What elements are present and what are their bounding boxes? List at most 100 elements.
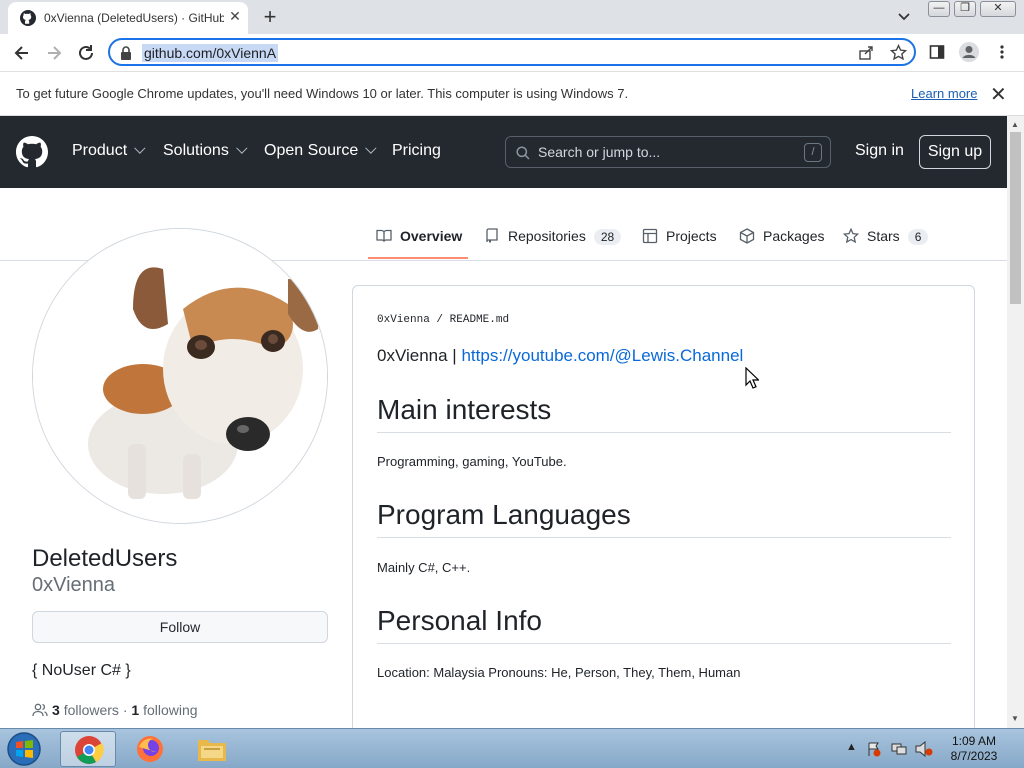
tab-stars[interactable]: Stars 6 xyxy=(843,228,929,260)
tab-overview[interactable]: Overview xyxy=(376,228,462,260)
maximize-button[interactable]: ❐ xyxy=(954,1,976,17)
readme-tagline: 0xVienna | https://youtube.com/@Lewis.Ch… xyxy=(377,346,743,366)
chevron-down-icon xyxy=(365,142,377,154)
browser-tab[interactable]: 0xVienna (DeletedUsers) · GitHub ✕ xyxy=(8,2,248,34)
nav-open-source[interactable]: Open Source xyxy=(264,142,377,160)
scroll-up-arrow-icon[interactable]: ▲ xyxy=(1011,120,1019,129)
taskbar-clock[interactable]: 1:09 AM 8/7/2023 xyxy=(944,734,1004,764)
window-close-button[interactable]: ✕ xyxy=(980,1,1016,17)
table-icon xyxy=(642,228,658,244)
nav-solutions-label: Solutions xyxy=(163,142,229,159)
scroll-down-arrow-icon[interactable]: ▼ xyxy=(1011,714,1019,723)
follow-button[interactable]: Follow xyxy=(32,611,328,643)
action-center-flag-icon[interactable] xyxy=(866,741,882,757)
nav-solutions[interactable]: Solutions xyxy=(163,142,248,160)
nav-product-label: Product xyxy=(72,142,128,159)
windows-taskbar: ▲ 1:09 AM 8/7/2023 xyxy=(0,728,1024,768)
profile-display-name: DeletedUsers xyxy=(32,545,178,572)
taskbar-file-explorer[interactable] xyxy=(184,731,240,767)
chevron-down-icon xyxy=(134,142,146,154)
profile-readme: 0xVienna / README.md 0xVienna | https://… xyxy=(352,285,975,745)
following-link[interactable]: 1 following xyxy=(131,702,197,718)
reload-icon[interactable] xyxy=(76,43,96,63)
page-scrollbar[interactable]: ▲ ▼ xyxy=(1007,116,1024,728)
profile-avatar[interactable] xyxy=(32,228,328,524)
readme-path: 0xVienna / README.md xyxy=(377,314,509,326)
tab-packages-label: Packages xyxy=(763,228,825,244)
package-icon xyxy=(739,228,755,244)
tray-expand-icon[interactable]: ▲ xyxy=(846,741,857,753)
bookmark-star-icon[interactable] xyxy=(890,44,907,61)
infobar-message: To get future Google Chrome updates, you… xyxy=(16,86,629,101)
followers-link[interactable]: 3 followers xyxy=(52,702,119,718)
scrollbar-thumb[interactable] xyxy=(1010,132,1021,304)
share-icon[interactable] xyxy=(858,45,874,61)
tab-search-chevron-icon[interactable] xyxy=(896,8,912,24)
minimize-button[interactable]: — xyxy=(928,1,950,17)
tab-projects[interactable]: Projects xyxy=(642,228,717,260)
tab-packages[interactable]: Packages xyxy=(739,228,824,260)
followers-summary: 3 followers · 1 following xyxy=(32,702,198,718)
readme-path-separator: / xyxy=(436,314,444,326)
volume-muted-icon[interactable] xyxy=(914,741,934,757)
tab-stars-label: Stars xyxy=(867,228,900,244)
network-icon[interactable] xyxy=(890,741,908,757)
repositories-count-badge: 28 xyxy=(593,229,622,245)
folder-icon xyxy=(198,740,226,761)
search-shortcut-key: / xyxy=(804,143,822,162)
tab-close-icon[interactable]: ✕ xyxy=(226,8,244,25)
side-panel-icon[interactable] xyxy=(929,44,945,60)
clock-time: 1:09 AM xyxy=(951,734,997,748)
tagline-prefix: 0xVienna | xyxy=(377,346,457,365)
youtube-channel-link[interactable]: https://youtube.com/@Lewis.Channel xyxy=(461,346,743,365)
followers-separator: · xyxy=(122,702,128,718)
browser-tab-strip: 0xVienna (DeletedUsers) · GitHub ✕ + — ❐… xyxy=(0,0,1024,34)
github-search-input[interactable]: Search or jump to... / xyxy=(505,136,831,168)
readme-path-file[interactable]: README.md xyxy=(450,314,509,326)
repo-icon xyxy=(486,228,498,243)
tab-overview-label: Overview xyxy=(400,228,463,244)
section-heading-personal-info: Personal Info xyxy=(377,605,951,644)
url-text[interactable]: github.com/0xViennA xyxy=(142,44,279,62)
dog-avatar-image xyxy=(33,229,327,523)
chrome-icon xyxy=(75,736,104,764)
readme-path-user[interactable]: 0xVienna xyxy=(377,314,430,326)
sign-in-link[interactable]: Sign in xyxy=(855,142,904,160)
mouse-cursor-icon xyxy=(745,367,759,389)
section-body-personal-info: Location: Malaysia Pronouns: He, Person,… xyxy=(377,665,741,680)
profile-bio: { NoUser C# } xyxy=(32,662,131,679)
nav-product[interactable]: Product xyxy=(72,142,146,160)
stars-count-badge: 6 xyxy=(907,229,929,245)
address-bar[interactable]: github.com/0xViennA xyxy=(108,38,916,66)
nav-pricing-label: Pricing xyxy=(392,142,441,159)
new-tab-button[interactable]: + xyxy=(258,4,282,30)
update-infobar: To get future Google Chrome updates, you… xyxy=(0,72,1024,116)
section-body-program-languages: Mainly C#, C++. xyxy=(377,560,471,575)
tab-repositories-label: Repositories xyxy=(508,228,586,244)
github-logo-icon[interactable] xyxy=(16,136,48,168)
taskbar-firefox[interactable] xyxy=(122,731,178,767)
followers-count: 3 xyxy=(52,702,60,718)
profile-username: 0xVienna xyxy=(32,574,116,596)
windows-start-button[interactable] xyxy=(4,731,44,767)
forward-arrow-icon[interactable] xyxy=(44,43,64,63)
search-placeholder: Search or jump to... xyxy=(538,144,661,160)
firefox-icon xyxy=(137,736,163,762)
tab-title: 0xVienna (DeletedUsers) · GitHub xyxy=(44,11,224,25)
tab-repositories[interactable]: Repositories 28 xyxy=(484,228,622,260)
back-arrow-icon[interactable] xyxy=(12,43,32,63)
star-icon xyxy=(843,228,859,244)
chevron-down-icon xyxy=(235,142,248,154)
followers-label: followers xyxy=(63,702,119,718)
profile-avatar-icon[interactable] xyxy=(958,41,980,63)
following-label: following xyxy=(143,702,198,718)
taskbar-chrome[interactable] xyxy=(60,731,116,767)
tab-projects-label: Projects xyxy=(666,228,717,244)
learn-more-link[interactable]: Learn more xyxy=(911,86,977,101)
chrome-menu-icon[interactable] xyxy=(996,44,1008,60)
nav-pricing[interactable]: Pricing xyxy=(392,142,441,160)
lock-icon[interactable] xyxy=(120,46,132,60)
infobar-close-icon[interactable]: ✕ xyxy=(990,82,1007,107)
section-heading-main-interests: Main interests xyxy=(377,394,951,433)
sign-up-button[interactable]: Sign up xyxy=(919,135,991,169)
